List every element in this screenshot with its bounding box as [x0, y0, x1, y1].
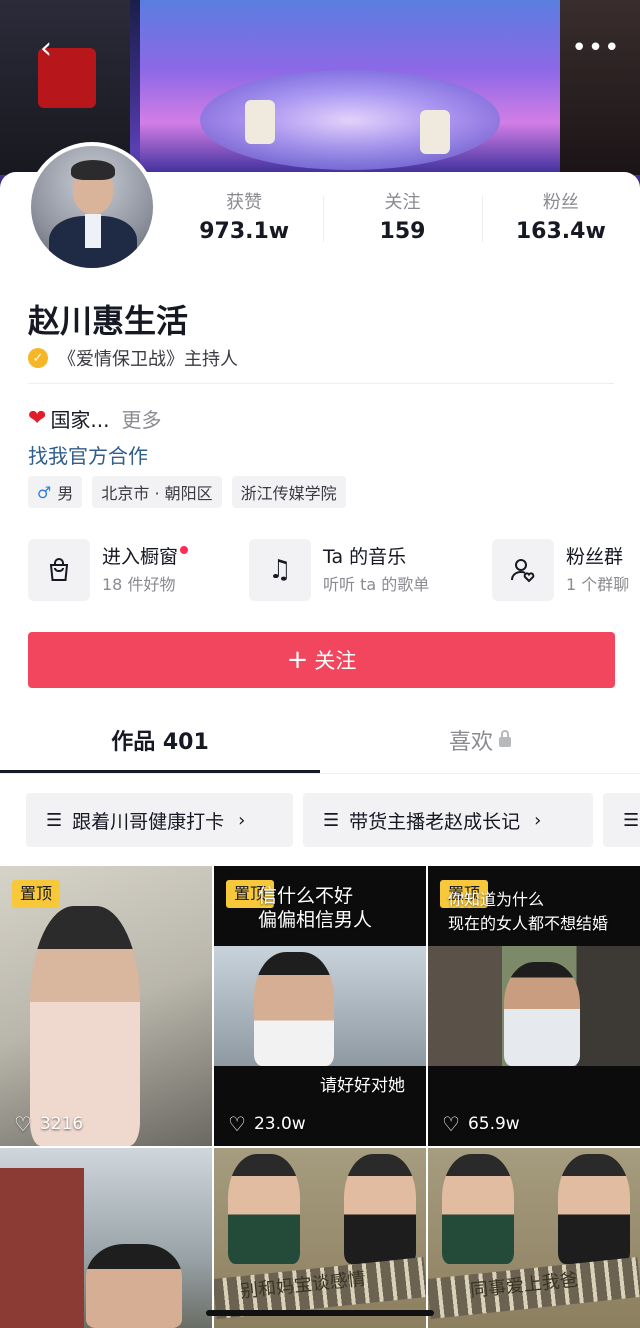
profile-tags: ♂ 男 北京市 · 朝阳区 浙江传媒学院: [28, 476, 346, 508]
tag-label: 男: [57, 484, 74, 503]
entry-title: 进入橱窗: [102, 542, 189, 572]
stat-value: 159: [379, 219, 426, 244]
stat-value: 973.1w: [199, 219, 290, 244]
bio-text: 国家...: [50, 408, 110, 432]
chevron-right-icon: ›: [534, 809, 542, 831]
collections-row: ☰ 跟着川哥健康打卡 › ☰ 带货主播老赵成长记 › ☰: [26, 793, 640, 847]
home-indicator[interactable]: [206, 1310, 434, 1316]
stat-label: 获赞: [226, 192, 263, 213]
feature-entries: 进入橱窗 18 件好物 ♫ Ta 的音乐 听听 ta 的歌单 粉丝群 1 个群聊: [28, 538, 640, 602]
play-count: ♡ 23.0w: [228, 1112, 306, 1136]
follow-button[interactable]: + 关注: [28, 632, 615, 688]
tab-works[interactable]: 作品 401: [0, 714, 320, 772]
avatar[interactable]: [27, 142, 157, 272]
fan-group-icon: [492, 539, 554, 601]
heart-outline-icon: ♡: [442, 1112, 460, 1136]
stack-icon: ☰: [46, 809, 63, 831]
collection-chip[interactable]: ☰ 带货主播老赵成长记 ›: [303, 793, 593, 847]
collection-label: 跟着川哥健康打卡: [72, 810, 225, 833]
stack-icon: ☰: [623, 809, 640, 831]
video-caption: 你知道为什么 现在的女人都不想结婚: [448, 890, 609, 933]
back-icon[interactable]: ‹: [26, 28, 66, 68]
tag-location: 北京市 · 朝阳区: [92, 476, 222, 508]
tag-label: 浙江传媒学院: [240, 484, 337, 503]
tag-gender: ♂ 男: [28, 476, 83, 508]
collection-chip[interactable]: ☰ 跟着川哥健康打卡 ›: [26, 793, 293, 847]
tab-likes[interactable]: 喜欢: [320, 714, 640, 772]
video-thumbnail[interactable]: 置顶 你知道为什么 现在的女人都不想结婚 ♡ 65.9w: [428, 866, 640, 1146]
stat-followers[interactable]: 粉丝 163.4w: [481, 190, 640, 250]
video-thumbnail[interactable]: 置顶 ♡ 3216: [0, 866, 212, 1146]
banner-chair: [420, 110, 450, 154]
entry-subtitle: 18 件好物: [102, 575, 176, 594]
heart-outline-icon: ♡: [14, 1112, 32, 1136]
fan-group-entry[interactable]: 粉丝群 1 个群聊: [492, 538, 629, 602]
stat-following[interactable]: 关注 159: [323, 190, 481, 250]
video-caption: 信什么不好 偏偏相信男人: [258, 885, 373, 931]
active-tab-indicator: [0, 770, 320, 773]
video-thumbnail[interactable]: 同事爱上我爸: [428, 1148, 640, 1328]
heart-outline-icon: ♡: [228, 1112, 246, 1136]
music-note-icon: ♫: [249, 539, 311, 601]
video-grid: 置顶 ♡ 3216 置顶 信什么不好 偏偏相信男人 请好好对她 ♡ 23.0w 置顶…: [0, 866, 640, 1328]
play-count: ♡ 65.9w: [442, 1112, 520, 1136]
plus-icon: +: [286, 645, 309, 675]
bio-more-link[interactable]: 更多: [122, 404, 162, 433]
divider: [28, 383, 614, 384]
content-tabs: 作品 401 喜欢: [0, 714, 640, 774]
showcase-entry[interactable]: 进入橱窗 18 件好物: [28, 538, 189, 602]
follow-label: 关注: [314, 649, 357, 673]
video-thumbnail[interactable]: 别和妈宝谈感情: [214, 1148, 426, 1328]
entry-subtitle: 1 个群聊: [566, 575, 630, 594]
banner-wall-right: [560, 0, 640, 175]
official-cooperation-link[interactable]: 找我官方合作: [28, 440, 148, 469]
video-subtitle: 请好好对她: [320, 1076, 405, 1096]
stack-icon: ☰: [323, 809, 340, 831]
lock-icon: [499, 730, 511, 747]
video-thumbnail[interactable]: 置顶 信什么不好 偏偏相信男人 请好好对她 ♡ 23.0w: [214, 866, 426, 1146]
music-entry[interactable]: ♫ Ta 的音乐 听听 ta 的歌单: [249, 538, 429, 602]
stat-label: 关注: [384, 192, 421, 213]
entry-title: 粉丝群: [566, 546, 624, 568]
verification-text: 《爱情保卫战》主持人: [58, 349, 238, 370]
verification-row: ✓ 《爱情保卫战》主持人: [28, 345, 238, 371]
profile-name: 赵川惠生活: [28, 302, 189, 340]
stat-label: 粉丝: [542, 192, 579, 213]
shopping-bag-icon: [28, 539, 90, 601]
banner-chair: [245, 100, 275, 144]
tab-likes-label: 喜欢: [448, 730, 493, 755]
video-thumbnail[interactable]: [0, 1148, 212, 1328]
notification-dot: [180, 546, 189, 554]
tag-school: 浙江传媒学院: [231, 476, 346, 508]
play-count: ♡ 3216: [14, 1112, 84, 1136]
more-options-icon[interactable]: •••: [572, 28, 620, 68]
entry-title: Ta 的音乐: [323, 546, 407, 568]
entry-subtitle: 听听 ta 的歌单: [323, 575, 430, 594]
collection-chip[interactable]: ☰: [603, 793, 640, 847]
chevron-right-icon: ›: [238, 809, 246, 831]
verified-badge-icon: ✓: [28, 348, 48, 368]
profile-stats: 获赞 973.1w 关注 159 粉丝 163.4w: [165, 190, 640, 250]
collection-label: 带货主播老赵成长记: [349, 810, 521, 833]
pinned-badge: 置顶: [12, 880, 61, 908]
male-icon: ♂: [37, 482, 52, 502]
tag-label: 北京市 · 朝阳区: [101, 484, 213, 503]
heart-emoji-icon: ❤: [28, 406, 47, 431]
stat-value: 163.4w: [515, 219, 606, 244]
bio: ❤ 国家... 更多: [28, 404, 162, 433]
stat-likes[interactable]: 获赞 973.1w: [165, 190, 323, 250]
